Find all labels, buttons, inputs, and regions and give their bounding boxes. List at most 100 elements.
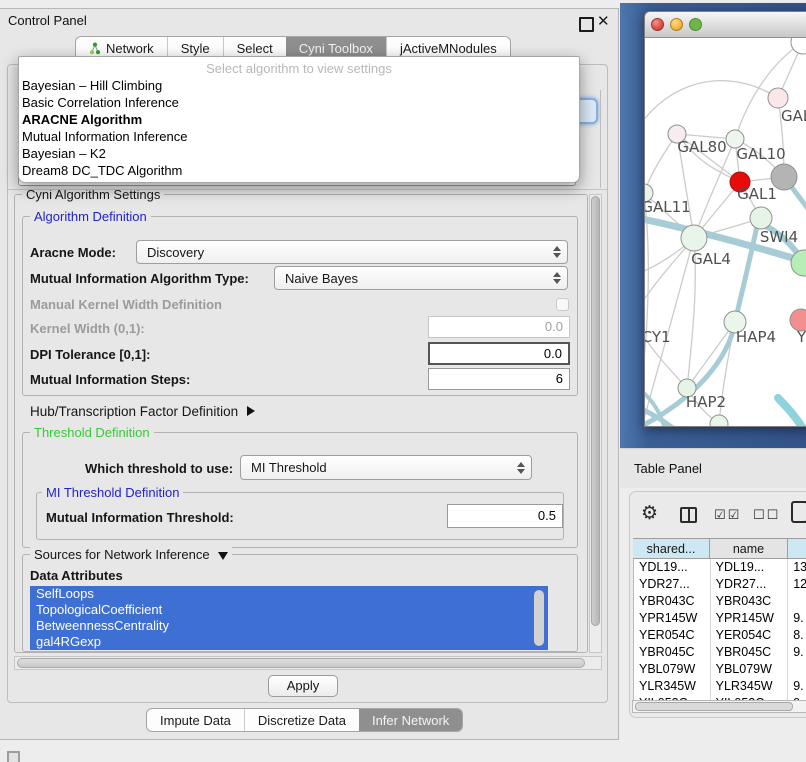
settings-vertical-scrollbar-thumb[interactable]	[591, 196, 600, 626]
mac-zoom-icon[interactable]	[689, 18, 702, 31]
table-row[interactable]: YDR27...YDR27...12	[634, 576, 806, 593]
which-threshold-select[interactable]: MI Threshold	[240, 455, 532, 480]
mac-minimize-icon[interactable]	[670, 18, 683, 31]
attribute-item-gal4rgexp[interactable]: gal4RGexp	[30, 634, 548, 650]
group-border-fragment	[600, 90, 601, 188]
attribute-item-selfloops[interactable]: SelfLoops	[30, 586, 548, 602]
network-edge[interactable]	[645, 81, 778, 146]
float-window-icon[interactable]	[579, 17, 594, 32]
column-header-shared[interactable]: shared...	[633, 538, 710, 559]
sources-legend-label: Sources for Network Inference	[34, 547, 210, 562]
table-cell: YPR145W	[634, 610, 711, 627]
expander-down-icon	[218, 552, 228, 560]
apply-button[interactable]: Apply	[268, 675, 338, 697]
close-icon[interactable]: ✕	[597, 12, 610, 30]
network-node-label: GAL80	[677, 138, 726, 156]
table-row[interactable]: YDL19...YDL19...13	[634, 559, 806, 576]
network-node-label: GCY1	[645, 328, 671, 346]
aracne-mode-value: Discovery	[147, 245, 204, 260]
hub-expander[interactable]: Hub/Transcription Factor Definition	[30, 404, 255, 419]
table-cell: YER054C	[634, 627, 711, 644]
tab-label: Network	[106, 41, 154, 56]
table-horizontal-scrollbar-thumb[interactable]	[635, 702, 793, 711]
network-edge[interactable]	[645, 238, 694, 320]
table-cell: 8.	[788, 627, 806, 644]
network-node-label: GAL10	[736, 145, 785, 163]
table-row[interactable]: YBL079WYBL079W	[634, 661, 806, 678]
network-node-label: GAL11	[645, 198, 691, 216]
mi-threshold-input[interactable]: 0.5	[447, 504, 563, 528]
group-border-fragment-bottom	[8, 189, 607, 190]
network-node[interactable]	[750, 207, 772, 229]
table-cell: YER054C	[711, 627, 789, 644]
network-node[interactable]	[681, 225, 707, 251]
which-threshold-value: MI Threshold	[251, 460, 327, 475]
network-node[interactable]	[710, 415, 728, 426]
network-node-label: GAL4	[691, 250, 731, 268]
table-row[interactable]: YBR043CYBR043C	[634, 593, 806, 610]
settings-horizontal-scrollbar-thumb[interactable]	[17, 658, 585, 668]
select-columns-unchecked-icon[interactable]: ☐☐	[753, 508, 780, 523]
network-edge[interactable]	[645, 134, 677, 193]
table-row[interactable]: YLR345WYLR345W9.	[634, 678, 806, 695]
network-node[interactable]	[768, 88, 788, 108]
gear-icon[interactable]: ⚙	[641, 502, 658, 524]
screenshot-stage: Control Panel ✕ NetworkStyleSelectCyni T…	[0, 0, 806, 762]
network-graph[interactable]: GALGAL80GAL10GAL1GAL11SWI4GAL4GCY1HAP4YH…	[645, 38, 806, 426]
column-header-name[interactable]: name	[710, 538, 788, 559]
tab-label: jActiveMNodules	[400, 41, 497, 56]
table-cell: YDL19...	[711, 559, 789, 576]
table-cell: 12	[788, 576, 806, 593]
network-node[interactable]	[791, 38, 806, 54]
attribute-item-betweennesscentrality[interactable]: BetweennessCentrality	[30, 618, 548, 634]
table-rows: YDL19...YDL19...13YDR27...YDR27...12YBR0…	[633, 559, 806, 705]
hub-expander-label: Hub/Transcription Factor Definition	[30, 404, 238, 419]
select-columns-checked-icon[interactable]: ☑☑	[714, 508, 741, 523]
split-pane-icon[interactable]	[680, 507, 697, 523]
dropdown-item-dream8-dc-tdc-algorithm[interactable]: Dream8 DC_TDC Algorithm	[19, 162, 579, 179]
dropdown-item-aracne-algorithm[interactable]: ARACNE Algorithm	[19, 111, 579, 128]
data-attributes-label: Data Attributes	[30, 568, 123, 583]
network-edge[interactable]	[687, 322, 735, 388]
table-row[interactable]: YER054CYER054C8.	[634, 627, 806, 644]
mi-threshold-label: Mutual Information Threshold:	[46, 510, 234, 525]
manual-kernel-width-checkbox[interactable]	[556, 298, 569, 311]
dropdown-item-basic-correlation-inference[interactable]: Basic Correlation Inference	[19, 94, 579, 111]
network-node-label: GAL	[781, 107, 806, 125]
table-cell: YBL079W	[634, 661, 711, 678]
expander-right-icon	[247, 406, 255, 416]
new-table-file-icon[interactable]	[791, 501, 806, 523]
attributes-list-scrollbar[interactable]	[534, 590, 544, 646]
sources-legend[interactable]: Sources for Network Inference	[30, 547, 232, 562]
dropdown-item-bayesian-hill-climbing[interactable]: Bayesian – Hill Climbing	[19, 77, 579, 94]
bottom-tab-label: Discretize Data	[258, 713, 346, 728]
dropdown-item-mutual-information-inference[interactable]: Mutual Information Inference	[19, 128, 579, 145]
network-node-label: HAP4	[736, 328, 776, 346]
bottom-tab-impute-data[interactable]: Impute Data	[147, 709, 244, 731]
bottom-tabbar: Impute Data Discretize Data Infer Network	[146, 708, 463, 732]
dropdown-prompt: Select algorithm to view settings	[19, 57, 579, 77]
resize-grip[interactable]	[7, 751, 20, 762]
mi-algorithm-type-label: Mutual Information Algorithm Type:	[30, 271, 249, 286]
aracne-mode-select[interactable]: Discovery	[136, 240, 568, 264]
table-row[interactable]: YBR045CYBR045C9.	[634, 644, 806, 661]
bottom-tab-infer-network[interactable]: Infer Network	[359, 709, 462, 731]
mi-steps-input[interactable]: 6	[428, 368, 570, 390]
which-threshold-label: Which threshold to use:	[85, 461, 233, 476]
tab-label: Cyni Toolbox	[299, 41, 373, 56]
mac-close-icon[interactable]	[651, 18, 664, 31]
dropdown-item-bayesian-k2[interactable]: Bayesian – K2	[19, 145, 579, 162]
mi-steps-label: Mutual Information Steps:	[30, 372, 190, 387]
kernel-width-input[interactable]: 0.0	[428, 316, 570, 338]
table-cell	[788, 593, 806, 610]
network-node[interactable]	[791, 250, 806, 276]
mi-algorithm-type-select[interactable]: Naive Bayes	[274, 266, 568, 290]
dpi-tolerance-input[interactable]: 0.0	[428, 342, 570, 365]
attribute-item-topologicalcoefficient[interactable]: TopologicalCoefficient	[30, 602, 548, 618]
table-row[interactable]: YPR145WYPR145W9.	[634, 610, 806, 627]
dropdown-item-list: Bayesian – Hill ClimbingBasic Correlatio…	[19, 77, 579, 179]
column-header-a[interactable]: A	[788, 538, 806, 559]
split-pane-divider	[688, 509, 690, 521]
network-edge-highlighted[interactable]	[778, 398, 806, 426]
bottom-tab-discretize-data[interactable]: Discretize Data	[244, 709, 359, 731]
